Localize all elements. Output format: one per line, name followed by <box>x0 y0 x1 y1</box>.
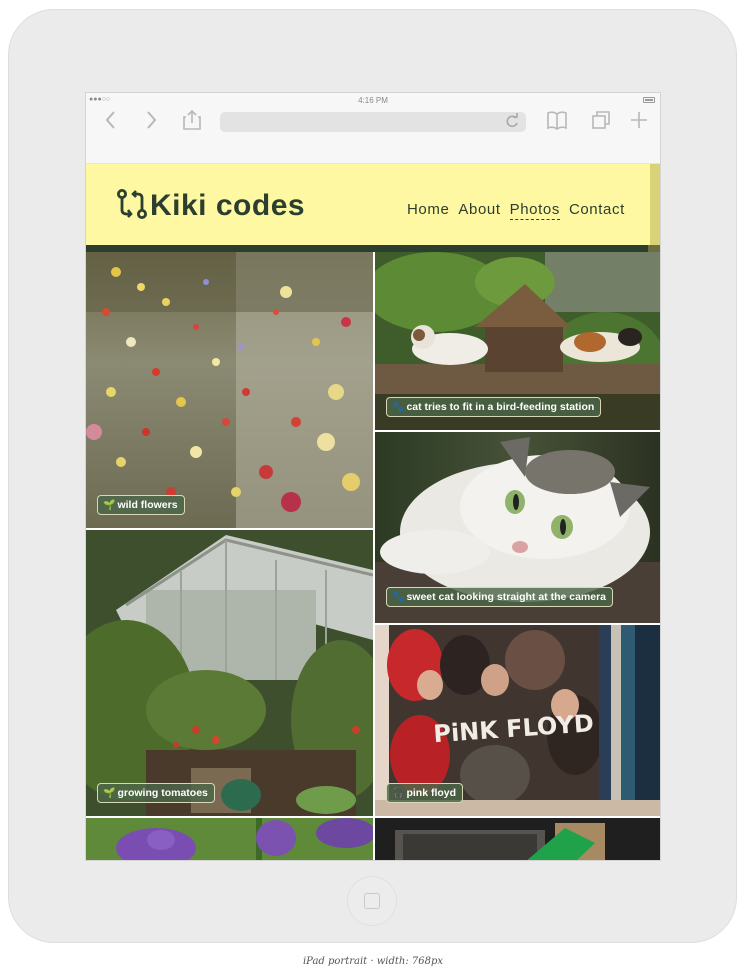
header-border-scroll <box>648 245 660 252</box>
share-icon[interactable] <box>182 109 202 135</box>
photo-caption: 🌱 wild flowers <box>97 495 185 515</box>
seedling-icon: 🌱 <box>103 499 116 511</box>
status-bar: ●●●○○ 4:16 PM <box>86 93 660 107</box>
main-nav: Home About Photos Contact <box>407 201 634 220</box>
status-time: 4:16 PM <box>358 96 388 105</box>
code-branch-icon <box>116 188 148 225</box>
photo-caption: 🐾 cat tries to fit in a bird-feeding sta… <box>386 397 602 417</box>
reload-icon[interactable] <box>505 113 519 132</box>
seedling-icon: 🌱 <box>103 787 116 799</box>
caption-text: growing tomatoes <box>117 787 208 799</box>
photo-greenhouse[interactable]: 🌱 growing tomatoes <box>86 530 373 816</box>
headphones-icon: 🎧 <box>392 787 405 799</box>
photo-wild-flowers[interactable]: 🌱 wild flowers <box>86 252 373 528</box>
photo-pink-floyd[interactable]: PiNK FLOYD 🎧 pink floyd <box>375 625 660 816</box>
forward-icon[interactable] <box>144 109 158 135</box>
url-bar[interactable] <box>220 112 526 132</box>
device-label: iPad portrait · width: 768px <box>302 956 444 967</box>
photo-purple-flowers[interactable] <box>86 818 373 860</box>
caption-text: pink floyd <box>406 787 457 799</box>
paw-icon: 🐾 <box>392 591 405 603</box>
photo-cat-birdhouse[interactable]: 🐾 cat tries to fit in a bird-feeding sta… <box>375 252 660 430</box>
battery-icon <box>643 97 655 103</box>
device-screen: ●●●○○ 4:16 PM Kiki codes Home About Phot… <box>85 92 661 861</box>
photo-sweet-cat[interactable]: 🐾 sweet cat looking straight at the came… <box>375 432 660 623</box>
caption-text: sweet cat looking straight at the camera <box>406 591 607 603</box>
back-icon[interactable] <box>104 109 118 135</box>
browser-toolbar <box>86 107 660 164</box>
nav-contact[interactable]: Contact <box>569 201 625 220</box>
paw-icon: 🐾 <box>392 401 405 413</box>
nav-photos[interactable]: Photos <box>509 201 560 220</box>
photo-caption: 🎧 pink floyd <box>386 783 464 803</box>
site-header: Kiki codes Home About Photos Contact <box>86 164 660 252</box>
tabs-icon[interactable] <box>591 109 611 135</box>
photo-records-shelf[interactable] <box>375 818 660 860</box>
scrollbar[interactable] <box>650 164 660 245</box>
site-title: Kiki codes <box>150 189 306 222</box>
nav-home[interactable]: Home <box>407 201 449 220</box>
photo-grid: 🌱 wild flowers 🐾 cat tries to fit in a b… <box>86 252 660 860</box>
photo-caption: 🐾 sweet cat looking straight at the came… <box>386 587 614 607</box>
book-icon[interactable] <box>546 109 568 135</box>
site-logo[interactable]: Kiki codes <box>116 186 305 226</box>
plus-icon[interactable] <box>629 109 649 135</box>
home-button[interactable] <box>348 877 396 925</box>
nav-about[interactable]: About <box>458 201 500 220</box>
caption-text: wild flowers <box>117 499 178 511</box>
photo-caption: 🌱 growing tomatoes <box>97 783 215 803</box>
caption-text: cat tries to fit in a bird-feeding stati… <box>406 401 595 413</box>
